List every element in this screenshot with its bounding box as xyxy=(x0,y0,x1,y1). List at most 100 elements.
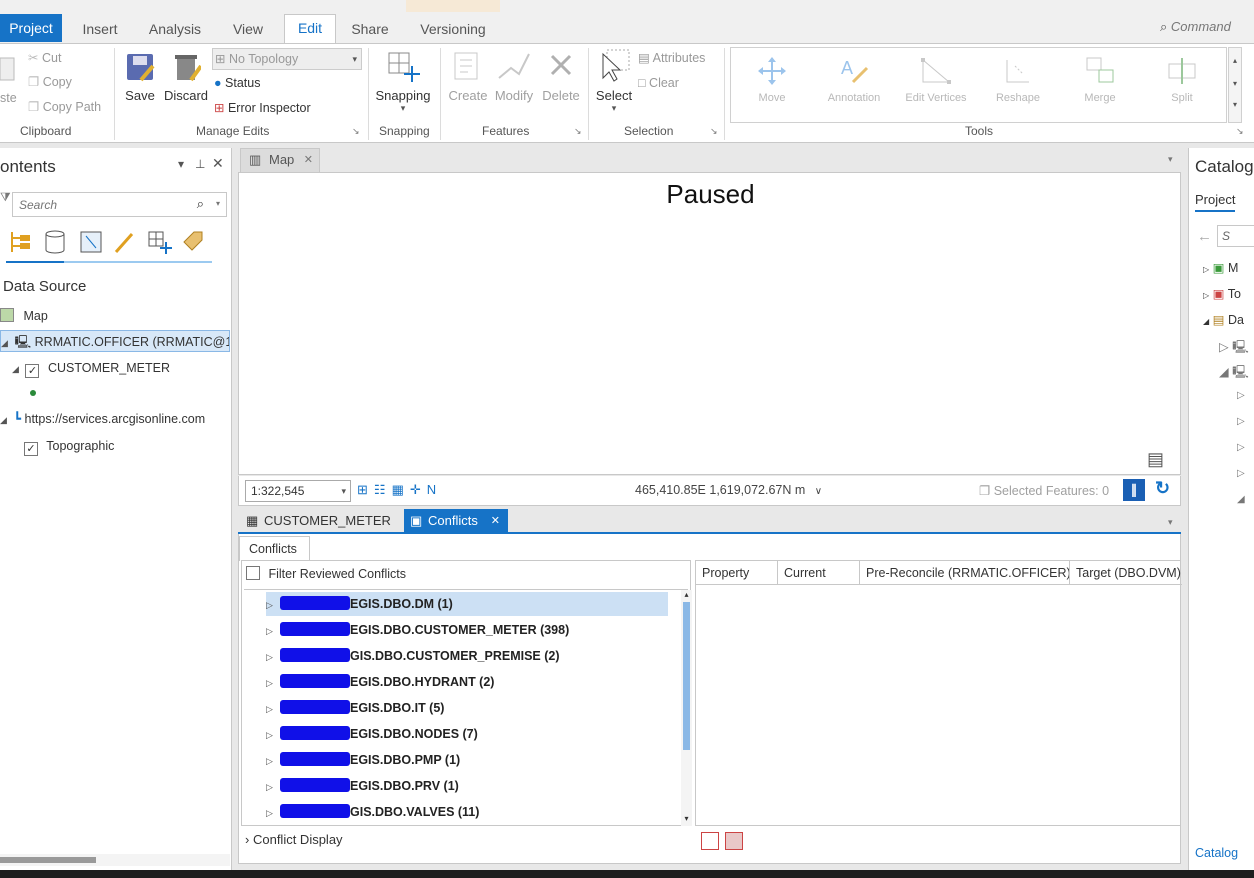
dialog-launcher-icon[interactable]: ↘ xyxy=(352,126,360,137)
error-inspector-button[interactable]: ⊞ Error Inspector xyxy=(214,98,311,118)
tree-item-basemap[interactable]: ✓ Topographic xyxy=(24,435,114,457)
dialog-launcher-icon[interactable]: ↘ xyxy=(1236,126,1244,137)
conflict-row[interactable]: ▷ EGIS.DBO.CUSTOMER_METER (398) xyxy=(266,618,569,642)
command-search[interactable]: ⌕ Command xyxy=(1160,16,1254,38)
expand-arrow-icon[interactable]: ◢ xyxy=(1,332,11,351)
scroll-thumb[interactable] xyxy=(0,857,96,863)
conflict-row[interactable]: ▷ EGIS.DBO.HYDRANT (2) xyxy=(266,670,494,694)
tools-gallery-scroll[interactable]: ▴ ▾ ▾ xyxy=(1228,47,1242,123)
drawing-order-icon[interactable] xyxy=(8,228,34,256)
expand-arrow-icon[interactable]: ▷ xyxy=(266,775,276,799)
conflicts-subtab[interactable]: Conflicts xyxy=(239,536,310,561)
conflict-row[interactable]: ▷ GIS.DBO.CUSTOMER_PREMISE (2) xyxy=(266,644,560,668)
filter-reviewed[interactable]: Filter Reviewed Conflicts xyxy=(246,565,406,583)
catalog-search[interactable]: S xyxy=(1217,225,1254,247)
tab-view[interactable]: View xyxy=(222,16,274,42)
catalog-item-databases[interactable]: ◢ ▤ Da xyxy=(1203,312,1244,327)
create-button[interactable]: Create xyxy=(446,50,490,103)
copy-button[interactable]: ❐ Copy xyxy=(28,72,72,92)
chevron-up-icon[interactable]: ▴ xyxy=(681,590,692,599)
conflict-row[interactable]: ▷ EGIS.DBO.IT (5) xyxy=(266,696,444,720)
layout-horizontal-icon[interactable] xyxy=(725,832,743,850)
data-source-icon[interactable] xyxy=(42,228,68,256)
topology-dropdown[interactable]: ⊞ No Topology ▾ xyxy=(212,48,362,70)
table-icon[interactable]: ▦ xyxy=(392,482,410,497)
pane-options-icon[interactable]: ▾ xyxy=(178,157,184,171)
catalog-subitem[interactable]: ▷ 🖳 xyxy=(1219,338,1249,359)
tab-attribute-table[interactable]: ▦ CUSTOMER_METER xyxy=(240,509,400,533)
tab-share[interactable]: Share xyxy=(344,16,396,42)
catalog-item-maps[interactable]: ▷ ▣ M xyxy=(1203,260,1238,275)
crosshair-icon[interactable]: ✛ xyxy=(410,482,427,497)
catalog-subitem[interactable]: ▷ xyxy=(1237,442,1245,453)
editing-view-icon[interactable] xyxy=(112,228,138,256)
conflict-row[interactable]: ▷ EGIS.DBO.NODES (7) xyxy=(266,722,478,746)
tab-insert[interactable]: Insert xyxy=(74,16,126,42)
tab-conflicts[interactable]: ▣ Conflicts ✕ xyxy=(404,509,508,533)
pause-drawing-button[interactable]: ∥ xyxy=(1123,479,1145,501)
catalog-subitem[interactable]: ▷ xyxy=(1237,416,1245,427)
status-button[interactable]: ● Status xyxy=(214,73,260,93)
clear-selection-button[interactable]: □ Clear xyxy=(638,73,679,93)
conflict-list-scrollbar[interactable]: ▴ ▾ xyxy=(681,590,692,826)
selected-features[interactable]: ❐ Selected Features: 0 xyxy=(979,483,1109,498)
expand-arrow-icon[interactable]: ▷ xyxy=(266,801,276,825)
expand-arrow-icon[interactable]: ▷ xyxy=(266,697,276,721)
paste-label[interactable]: ste xyxy=(0,88,17,108)
map-notes-icon[interactable]: ▤ xyxy=(1147,449,1164,470)
column-header-target[interactable]: Target (DBO.DVM) xyxy=(1070,561,1182,585)
basemap-visibility-checkbox[interactable]: ✓ xyxy=(24,442,38,456)
tree-item-map[interactable]: Map xyxy=(0,305,48,327)
tool-annotation[interactable]: A Annotation xyxy=(819,56,889,104)
expand-arrow-icon[interactable]: ▷ xyxy=(266,749,276,773)
dialog-launcher-icon[interactable]: ↘ xyxy=(574,126,582,137)
discard-button[interactable]: Discard xyxy=(162,52,210,103)
back-icon[interactable]: ← xyxy=(1197,228,1212,245)
tool-move[interactable]: Move xyxy=(737,56,807,104)
dialog-launcher-icon[interactable]: ↘ xyxy=(710,126,718,137)
expand-arrow-icon[interactable]: ▷ xyxy=(266,593,276,617)
tab-project[interactable]: Project xyxy=(0,14,62,42)
pin-icon[interactable]: ⊥ xyxy=(195,157,205,171)
close-icon[interactable]: ✕ xyxy=(212,155,224,172)
copy-path-button[interactable]: ❐ Copy Path xyxy=(28,97,101,117)
expand-arrow-icon[interactable]: ▷ xyxy=(266,645,276,669)
attributes-button[interactable]: ▤ Attributes xyxy=(638,48,705,68)
catalog-item-toolboxes[interactable]: ▷ ▣ To xyxy=(1203,286,1241,301)
conflict-row[interactable]: ▷ EGIS.DBO.PMP (1) xyxy=(266,748,460,772)
select-button[interactable]: Select ▾ xyxy=(592,48,636,114)
north-arrow-icon[interactable]: N xyxy=(427,482,442,497)
contents-hscrollbar[interactable] xyxy=(0,854,230,866)
scale-selector[interactable]: 1:322,545 ▾ xyxy=(245,480,351,502)
expand-arrow-icon[interactable]: ◢ xyxy=(12,358,22,380)
expand-arrow-icon[interactable]: ▷ xyxy=(266,619,276,643)
expand-arrow-icon[interactable]: ▷ xyxy=(266,723,276,747)
pane-options-icon[interactable]: ▾ xyxy=(1168,517,1173,528)
fixed-zoom-icon[interactable]: ☷ xyxy=(374,482,392,497)
modify-button[interactable]: Modify xyxy=(492,50,536,103)
layout-vertical-icon[interactable] xyxy=(701,832,719,850)
filter-icon[interactable]: ⧩ xyxy=(0,190,11,205)
close-icon[interactable]: ✕ xyxy=(304,149,313,171)
pane-options-icon[interactable]: ▾ xyxy=(1168,154,1173,165)
tab-edit[interactable]: Edit xyxy=(284,14,336,44)
tree-item-layer[interactable]: ◢ ✓ CUSTOMER_METER xyxy=(12,357,170,379)
tool-merge[interactable]: Merge xyxy=(1065,56,1135,104)
tool-edit-vertices[interactable]: Edit Vertices xyxy=(901,56,971,104)
column-header-current[interactable]: Current xyxy=(778,561,860,585)
map-view[interactable]: Paused ▤ xyxy=(238,172,1181,475)
expand-arrow-icon[interactable]: ▷ xyxy=(266,671,276,695)
tab-map[interactable]: ▥ Map ✕ xyxy=(240,148,320,172)
delete-button[interactable]: Delete xyxy=(540,50,582,103)
coordinates-readout[interactable]: 465,410.85E 1,619,072.67N m ∨ xyxy=(635,483,822,497)
tab-versioning[interactable]: Versioning xyxy=(410,16,496,42)
contents-search-input[interactable] xyxy=(13,193,183,216)
conflict-display-expander[interactable]: › Conflict Display xyxy=(245,832,343,847)
expand-arrow-icon[interactable]: ◢ xyxy=(0,409,10,431)
snapping-view-icon[interactable] xyxy=(146,228,172,256)
tool-reshape[interactable]: Reshape xyxy=(983,56,1053,104)
filter-reviewed-checkbox[interactable] xyxy=(246,566,260,580)
scroll-thumb[interactable] xyxy=(683,602,690,750)
tab-analysis[interactable]: Analysis xyxy=(142,16,208,42)
conflict-row[interactable]: ▷ GIS.DBO.VALVES (11) xyxy=(266,800,479,824)
